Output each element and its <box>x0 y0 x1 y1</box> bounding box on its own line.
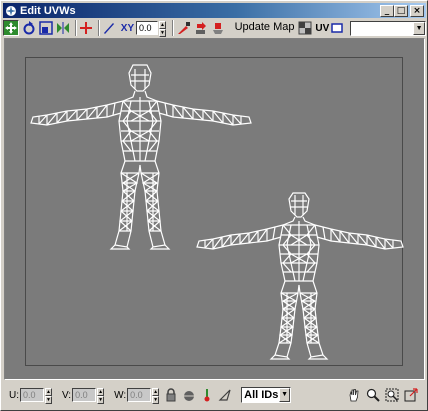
lock-icon <box>166 388 176 402</box>
spin-down-icon[interactable]: ▼ <box>45 396 52 404</box>
v-spinner[interactable]: 0.0 ▲ ▼ <box>72 388 105 404</box>
mirror-icon <box>56 22 69 34</box>
app-icon <box>5 5 17 17</box>
spin-up-icon[interactable]: ▲ <box>159 21 167 29</box>
break-icon <box>177 22 190 34</box>
zoom-extents-button[interactable] <box>403 387 419 403</box>
weld-selected-button[interactable] <box>193 20 208 36</box>
minimize-button[interactable]: _ <box>380 4 394 17</box>
freeform-icon <box>80 22 93 34</box>
toolbar-separator <box>74 20 77 36</box>
thermometer-icon <box>204 389 210 402</box>
texture-dropdown[interactable]: ▼ <box>350 20 427 36</box>
pen-icon <box>104 23 115 34</box>
rotate-icon <box>23 21 35 35</box>
window-title: Edit UVWs <box>20 4 76 17</box>
freeform-tool-button[interactable] <box>79 20 94 36</box>
u-spinner[interactable]: 0.0 ▲ ▼ <box>20 388 52 404</box>
filter-selected-faces-button[interactable] <box>217 387 233 403</box>
toolbar-separator <box>97 20 100 36</box>
square-view-icon <box>331 23 344 33</box>
v-input[interactable]: 0.0 <box>72 388 97 402</box>
back-figure-mesh[interactable] <box>195 189 407 361</box>
break-tool-button[interactable] <box>176 20 191 36</box>
update-map-button[interactable]: Update Map <box>232 20 298 36</box>
freeze-button[interactable] <box>199 387 215 403</box>
value-input[interactable]: 0.0 <box>136 21 159 35</box>
zoom-region-button[interactable] <box>384 387 400 403</box>
lock-selection-button[interactable] <box>163 387 179 403</box>
close-button[interactable]: × <box>410 4 424 17</box>
maximize-button[interactable]: □ <box>394 4 408 17</box>
w-label: W: <box>114 389 127 401</box>
chevron-down-icon[interactable]: ▼ <box>413 21 426 35</box>
triangle-filter-icon <box>218 389 231 401</box>
u-label: U: <box>9 389 19 401</box>
chevron-down-icon[interactable]: ▼ <box>279 388 291 402</box>
spin-down-icon[interactable]: ▼ <box>159 29 167 37</box>
move-icon <box>4 21 18 35</box>
title-bar[interactable]: Edit UVWs _ □ × <box>3 3 426 18</box>
pen-tool-button[interactable] <box>102 20 117 36</box>
pan-button[interactable] <box>346 387 362 403</box>
w-input[interactable]: 0.0 <box>127 388 152 402</box>
rotate-tool-button[interactable] <box>21 20 36 36</box>
material-ids-dropdown[interactable]: All IDs ▼ <box>241 387 292 403</box>
magnifier-icon <box>366 388 380 402</box>
hide-button[interactable] <box>181 387 197 403</box>
edit-uvws-window: Edit UVWs _ □ × XY 0.0 ▲ ▼ Update Map UV… <box>0 0 428 411</box>
target-weld-button[interactable] <box>210 20 225 36</box>
scale-tool-button[interactable] <box>38 20 53 36</box>
spin-up-icon[interactable]: ▲ <box>97 388 105 396</box>
uv-editor-viewport[interactable] <box>4 38 425 380</box>
mirror-tool-button[interactable] <box>55 20 70 36</box>
spin-down-icon[interactable]: ▼ <box>152 396 160 404</box>
value-spinner[interactable]: 0.0 ▲ ▼ <box>136 21 167 37</box>
target-weld-icon <box>212 23 223 34</box>
checker-map-icon <box>298 21 312 35</box>
toolbar: XY 0.0 ▲ ▼ Update Map UV ▼ <box>3 19 427 37</box>
view-options-button[interactable] <box>330 20 345 36</box>
move-tool-button[interactable] <box>3 20 19 36</box>
axis-toggle[interactable]: XY <box>119 23 136 34</box>
zoom-extents-icon <box>404 388 418 402</box>
u-input[interactable]: 0.0 <box>20 388 44 402</box>
uv-toggle[interactable]: UV <box>315 23 330 34</box>
w-spinner[interactable]: 0.0 ▲ ▼ <box>127 388 160 404</box>
ids-value: All IDs <box>244 389 279 401</box>
spin-up-icon[interactable]: ▲ <box>45 388 52 396</box>
spin-down-icon[interactable]: ▼ <box>97 396 105 404</box>
hand-icon <box>349 389 359 402</box>
v-label: V: <box>62 389 72 401</box>
zoom-button[interactable] <box>365 387 381 403</box>
hide-icon <box>184 391 195 401</box>
weld-icon <box>195 22 206 34</box>
zoom-region-icon <box>385 388 399 402</box>
bottom-toolbar: U: 0.0 ▲ ▼ V: 0.0 ▲ ▼ W: 0.0 ▲ ▼ All IDs… <box>3 384 426 406</box>
show-map-button[interactable] <box>298 20 313 36</box>
toolbar-separator <box>172 20 175 36</box>
scale-icon <box>39 21 53 35</box>
spin-up-icon[interactable]: ▲ <box>152 388 160 396</box>
